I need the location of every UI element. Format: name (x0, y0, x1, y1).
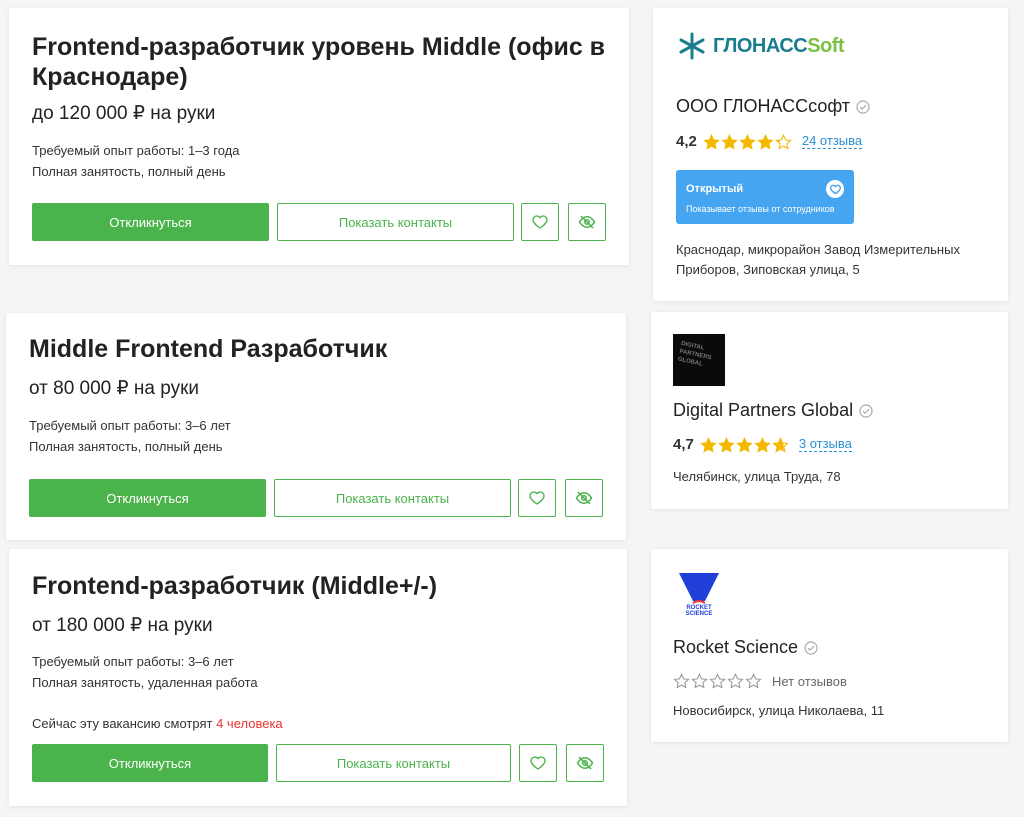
company-name-text: Digital Partners Global (673, 400, 854, 420)
heart-icon (529, 491, 545, 505)
vacancy-employment: Полная занятость, удаленная работа (32, 675, 258, 690)
favorite-button[interactable] (521, 203, 559, 241)
company-address: Краснодар, микрорайон Завод Измерительны… (676, 240, 960, 280)
vacancy-experience: Требуемый опыт работы: 3–6 лет (29, 418, 231, 433)
respond-button[interactable]: Откликнуться (29, 479, 266, 517)
viewers-text: Сейчас эту вакансию смотрят (32, 716, 213, 731)
eye-off-icon (575, 491, 593, 505)
glonass-snowflake-icon (679, 32, 705, 60)
check-circle-icon (804, 640, 818, 655)
star-icon (745, 673, 762, 689)
logo-text: DIGITAL PARTNERS GLOBAL (677, 340, 712, 368)
vacancy-card: Frontend-разработчик (Middle+/-) от 180 … (9, 549, 627, 806)
viewers-count: 4 человека (216, 716, 283, 731)
company-name[interactable]: Rocket Science (673, 637, 818, 658)
logo-text-accent: Soft (807, 34, 845, 57)
company-rating: 4,2 24 отзыва (676, 133, 863, 150)
reviews-link[interactable]: 3 отзыва (798, 437, 852, 452)
vacancy-experience: Требуемый опыт работы: 1–3 года (32, 143, 240, 158)
vacancy-experience: Требуемый опыт работы: 3–6 лет (32, 654, 234, 669)
show-contacts-button[interactable]: Показать контакты (277, 203, 514, 241)
vacancy-salary: от 180 000 ₽ на руки (32, 615, 213, 636)
company-name-text: Rocket Science (673, 637, 799, 657)
vacancy-title[interactable]: Frontend-разработчик (Middle+/-) (32, 571, 437, 601)
company-address: Челябинск, улица Труда, 78 (673, 469, 841, 484)
star-icon (721, 133, 738, 150)
hide-vacancy-button[interactable] (565, 479, 603, 517)
viewers-notice: Сейчас эту вакансию смотрят 4 человека (32, 716, 283, 731)
no-reviews-text: Нет отзывов (772, 673, 847, 689)
reviews-link[interactable]: 24 отзыва (801, 134, 863, 149)
star-icon (736, 436, 753, 453)
vacancy-salary: до 120 000 ₽ на руки (32, 103, 216, 124)
rating-value: 4,7 (673, 436, 694, 453)
badge-subtitle: Показывает отзывы от сотрудников (686, 204, 835, 214)
vacancy-card: Frontend-разработчик уровень Middle (офи… (9, 8, 629, 265)
heart-badge-icon (826, 180, 844, 198)
eye-off-icon (578, 215, 596, 229)
star-icon (718, 436, 735, 453)
respond-button[interactable]: Откликнуться (32, 744, 268, 782)
badge-title: Открытый (686, 183, 744, 195)
company-rating: Нет отзывов (673, 673, 847, 689)
address-line: Краснодар, микрорайон Завод Измерительны… (676, 242, 960, 257)
vacancy-employment: Полная занятость, полный день (29, 439, 223, 454)
hide-vacancy-button[interactable] (566, 744, 604, 782)
rating-stars (703, 133, 792, 150)
open-employer-badge[interactable]: Открытый Показывает отзывы от сотруднико… (676, 170, 854, 224)
vacancy-title[interactable]: Frontend-разработчик уровень Middle (офи… (32, 32, 622, 92)
hide-vacancy-button[interactable] (568, 203, 606, 241)
star-icon (673, 673, 690, 689)
respond-button[interactable]: Откликнуться (32, 203, 269, 241)
favorite-button[interactable] (518, 479, 556, 517)
star-icon (727, 673, 744, 689)
company-logo[interactable]: ROCKET SCIENCE (673, 571, 725, 623)
address-line: Приборов, Зиповская улица, 5 (676, 262, 860, 277)
star-icon (691, 673, 708, 689)
star-icon (700, 436, 717, 453)
company-logo[interactable]: DIGITAL PARTNERS GLOBAL (673, 334, 725, 386)
rating-stars (700, 436, 789, 453)
check-circle-icon (859, 403, 873, 418)
company-name-text: ООО ГЛОНАССсофт (676, 96, 851, 116)
vacancy-employment: Полная занятость, полный день (32, 164, 226, 179)
show-contacts-button[interactable]: Показать контакты (274, 479, 511, 517)
company-name[interactable]: Digital Partners Global (673, 400, 873, 421)
company-card: ГЛОНАССSoft ООО ГЛОНАССсофт 4,2 24 отзыв… (653, 8, 1008, 301)
check-circle-icon (856, 99, 870, 114)
company-card: ROCKET SCIENCE Rocket Science Нет отзыво… (651, 549, 1008, 742)
vacancy-salary: от 80 000 ₽ на руки (29, 378, 200, 399)
logo-text-main: ГЛОНАСС (713, 34, 808, 57)
company-logo[interactable]: ГЛОНАССSoft (677, 32, 845, 60)
heart-icon (532, 215, 548, 229)
vacancy-title[interactable]: Middle Frontend Разработчик (29, 334, 387, 364)
star-icon (757, 133, 774, 150)
star-icon (703, 133, 720, 150)
rating-stars (673, 673, 762, 689)
vacancy-card: Middle Frontend Разработчик от 80 000 ₽ … (6, 313, 626, 540)
star-icon (709, 673, 726, 689)
company-card: DIGITAL PARTNERS GLOBAL Digital Partners… (651, 312, 1008, 509)
show-contacts-button[interactable]: Показать контакты (276, 744, 511, 782)
favorite-button[interactable] (519, 744, 557, 782)
star-icon (739, 133, 756, 150)
star-icon (772, 436, 789, 453)
eye-off-icon (576, 756, 594, 770)
company-name[interactable]: ООО ГЛОНАССсофт (676, 96, 870, 117)
company-address: Новосибирск, улица Николаева, 11 (673, 703, 885, 718)
star-icon (754, 436, 771, 453)
rating-value: 4,2 (676, 133, 697, 150)
logo-text: ROCKET SCIENCE (685, 605, 713, 617)
company-rating: 4,7 3 отзыва (673, 436, 852, 453)
star-icon (775, 133, 792, 150)
heart-icon (530, 756, 546, 770)
